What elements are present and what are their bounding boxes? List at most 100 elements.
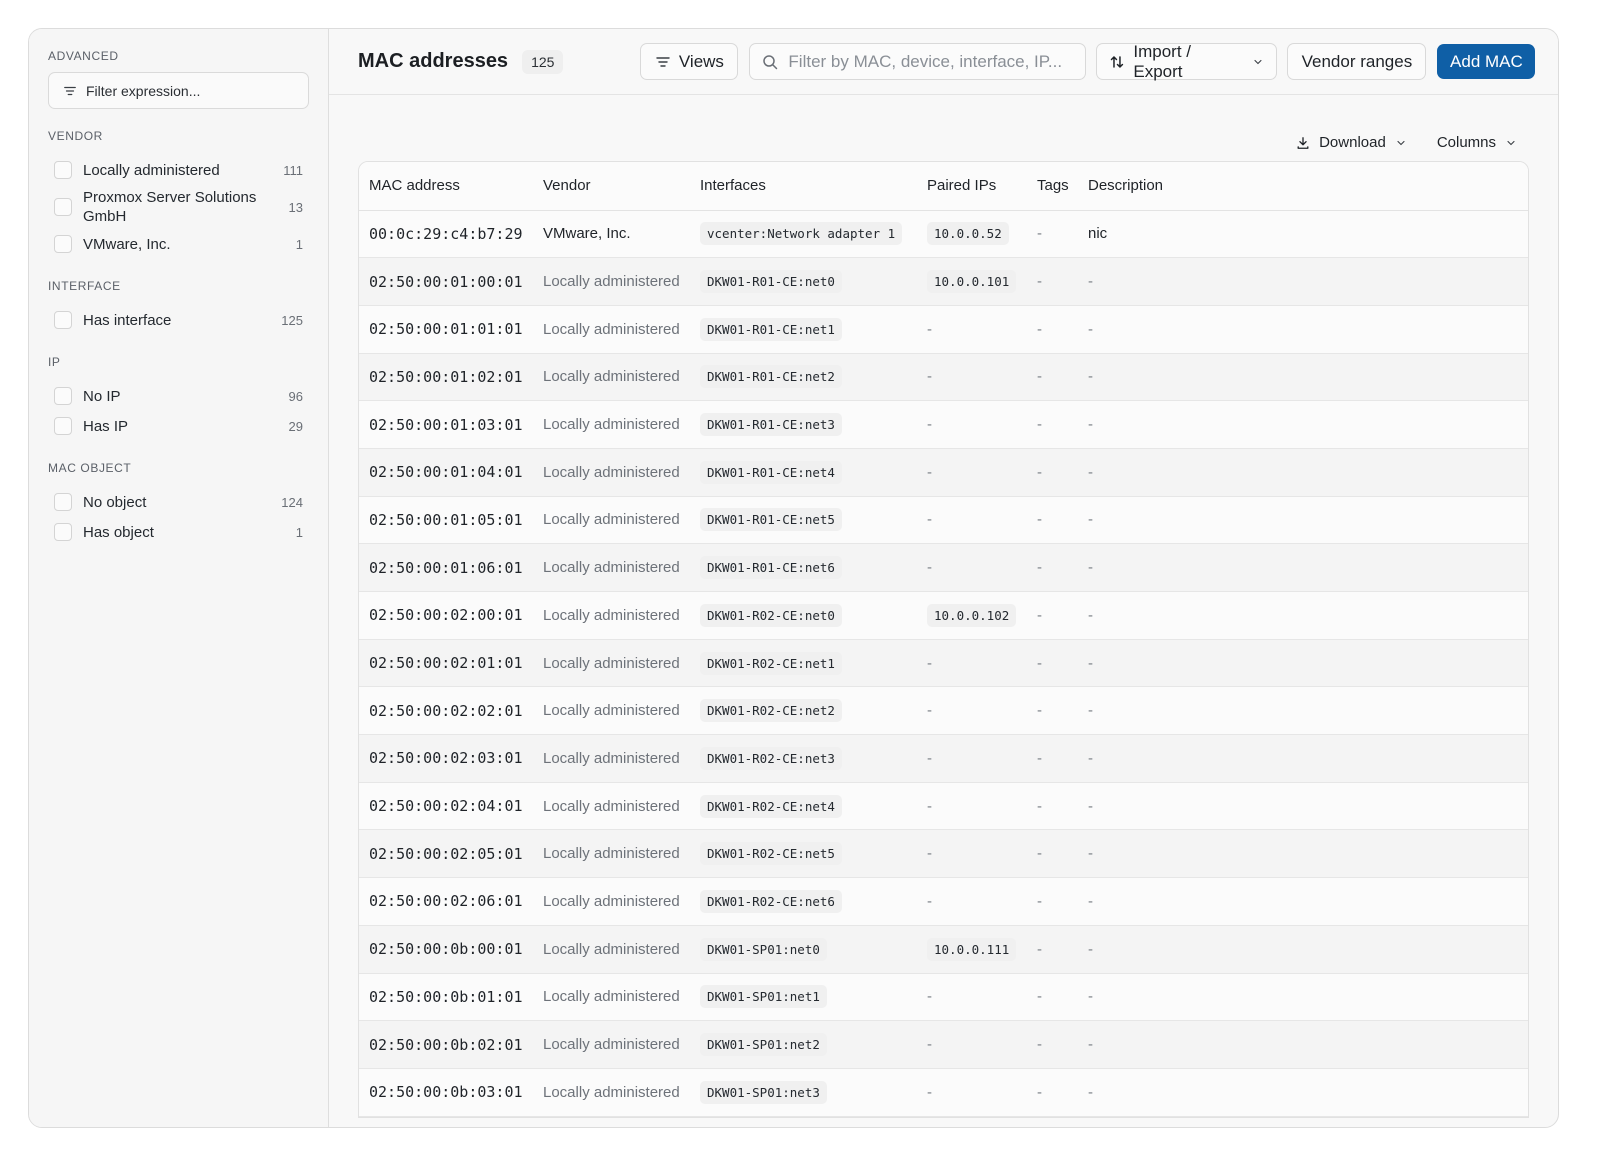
interface-chip[interactable]: DKW01-R02-CE:net3 xyxy=(700,746,842,770)
mac-cell: 00:0c:29:c4:b7:29 xyxy=(359,210,533,259)
column-header-description[interactable]: Description xyxy=(1078,162,1528,211)
interface-chip[interactable]: vcenter:Network adapter 1 xyxy=(700,222,903,246)
column-header-paired-ips[interactable]: Paired IPs xyxy=(917,162,1027,211)
interface-chip[interactable]: DKW01-R02-CE:net0 xyxy=(700,603,842,627)
import-export-label: Import / Export xyxy=(1133,41,1191,81)
facet-option[interactable]: Has IP 29 xyxy=(48,411,309,441)
filter-expression-input[interactable]: Filter expression... xyxy=(48,72,309,109)
mac-cell: 02:50:00:01:05:01 xyxy=(359,496,533,545)
search-input[interactable]: Filter by MAC, device, interface, IP... xyxy=(749,43,1087,80)
vendor-cell: Locally administered xyxy=(533,496,690,545)
interface-chip[interactable]: DKW01-R02-CE:net2 xyxy=(700,699,842,723)
column-header-vendor[interactable]: Vendor xyxy=(533,162,690,211)
table-row[interactable]: 02:50:00:01:02:01 Locally administered DKW… xyxy=(359,353,1528,402)
column-header-tags[interactable]: Tags xyxy=(1027,162,1078,211)
facet-checkbox[interactable] xyxy=(54,198,72,216)
mac-cell: 02:50:00:01:00:01 xyxy=(359,257,533,306)
ip-chip[interactable]: 10.0.0.102 xyxy=(927,603,1017,627)
ip-chip[interactable]: 10.0.0.111 xyxy=(927,937,1017,961)
table-row[interactable]: 02:50:00:02:01:01 Locally administered DKW… xyxy=(359,639,1528,688)
columns-button[interactable]: Columns xyxy=(1437,134,1517,151)
table-row[interactable]: 02:50:00:02:05:01 Locally administered DKW… xyxy=(359,829,1528,879)
interface-cell: DKW01-R02-CE:net6 xyxy=(690,877,917,926)
mac-cell: 02:50:00:02:00:01 xyxy=(359,591,533,640)
ip-chip[interactable]: 10.0.0.52 xyxy=(927,222,1009,246)
facet-checkbox[interactable] xyxy=(54,235,72,253)
description-cell: - xyxy=(1078,877,1528,926)
facet-checkbox[interactable] xyxy=(54,161,72,179)
import-export-button[interactable]: Import / Export xyxy=(1096,41,1278,81)
interface-chip[interactable]: DKW01-R02-CE:net6 xyxy=(700,889,842,913)
paired-ip-cell: - xyxy=(917,829,1027,879)
facet-checkbox[interactable] xyxy=(54,311,72,329)
vendor-cell: Locally administered xyxy=(533,925,690,974)
interface-chip[interactable]: DKW01-SP01:net0 xyxy=(700,937,827,961)
facet-checkbox[interactable] xyxy=(54,493,72,511)
table-row[interactable]: 02:50:00:01:06:01 Locally administered DKW… xyxy=(359,543,1528,592)
description-cell: - xyxy=(1078,1020,1528,1069)
interface-chip[interactable]: DKW01-SP01:net3 xyxy=(700,1080,827,1104)
table-row[interactable]: 02:50:00:0b:00:01 Locally administered DKW… xyxy=(359,925,1528,974)
interface-chip[interactable]: DKW01-R01-CE:net5 xyxy=(700,508,842,532)
table-row[interactable]: 02:50:00:01:05:01 Locally administered DKW… xyxy=(359,496,1528,545)
facet-option[interactable]: VMware, Inc. 1 xyxy=(48,229,309,259)
table-row[interactable]: 02:50:00:01:01:01 Locally administered DKW… xyxy=(359,305,1528,354)
interface-chip[interactable]: DKW01-SP01:net2 xyxy=(700,1033,827,1057)
interface-chip[interactable]: DKW01-R02-CE:net1 xyxy=(700,651,842,675)
filter-lines-icon xyxy=(656,56,670,67)
facet-option[interactable]: Has object 1 xyxy=(48,517,309,547)
table-row[interactable]: 02:50:00:02:06:01 Locally administered DKW… xyxy=(359,877,1528,926)
column-header-mac[interactable]: MAC address xyxy=(359,162,533,211)
mac-cell: 02:50:00:0b:00:01 xyxy=(359,925,533,974)
table-row[interactable]: 00:0c:29:c4:b7:29 VMware, Inc. vcenter:Net… xyxy=(359,210,1528,259)
interface-chip[interactable]: DKW01-R01-CE:net0 xyxy=(700,270,842,294)
table-row[interactable]: 02:50:00:02:00:01 Locally administered DKW… xyxy=(359,591,1528,640)
table-row[interactable]: 02:50:00:0b:03:01 Locally administered DKW… xyxy=(359,1068,1528,1117)
facet-option-count: 1 xyxy=(295,524,303,540)
interface-chip[interactable]: DKW01-R02-CE:net5 xyxy=(700,842,842,866)
description-cell: - xyxy=(1078,496,1528,545)
table-row[interactable]: 02:50:00:01:03:01 Locally administered DKW… xyxy=(359,400,1528,449)
table-row[interactable]: 02:50:00:02:02:01 Locally administered DKW… xyxy=(359,686,1528,736)
interface-chip[interactable]: DKW01-R01-CE:net1 xyxy=(700,317,842,341)
tags-cell: - xyxy=(1027,591,1078,640)
filter-sidebar: ADVANCED Filter expression... VENDOR Loca… xyxy=(29,29,329,1127)
tags-cell: - xyxy=(1027,973,1078,1022)
table-row[interactable]: 02:50:00:0b:02:01 Locally administered DKW… xyxy=(359,1020,1528,1069)
ip-chip[interactable]: 10.0.0.101 xyxy=(927,270,1017,294)
vendor-cell: Locally administered xyxy=(533,686,690,736)
interface-chip[interactable]: DKW01-SP01:net1 xyxy=(700,985,827,1009)
table-row[interactable]: 02:50:00:0b:01:01 Locally administered DKW… xyxy=(359,973,1528,1022)
interface-chip[interactable]: DKW01-R01-CE:net3 xyxy=(700,413,842,437)
description-cell: - xyxy=(1078,734,1528,783)
facet-option[interactable]: No IP 96 xyxy=(48,381,309,411)
search-placeholder: Filter by MAC, device, interface, IP... xyxy=(788,51,1063,71)
facet-option[interactable]: Has interface 125 xyxy=(48,305,309,335)
interface-chip[interactable]: DKW01-R01-CE:net6 xyxy=(700,556,842,580)
column-header-interfaces[interactable]: Interfaces xyxy=(690,162,917,211)
mac-cell: 02:50:00:02:02:01 xyxy=(359,686,533,736)
download-button[interactable]: Download xyxy=(1296,134,1407,151)
facet-checkbox[interactable] xyxy=(54,417,72,435)
add-mac-button[interactable]: Add MAC xyxy=(1437,44,1536,79)
facet-checkbox[interactable] xyxy=(54,523,72,541)
paired-ip-cell: - xyxy=(917,1020,1027,1069)
tags-cell: - xyxy=(1027,1020,1078,1069)
table-row[interactable]: 02:50:00:02:03:01 Locally administered DKW… xyxy=(359,734,1528,783)
interface-cell: DKW01-R01-CE:net6 xyxy=(690,543,917,592)
facet-option[interactable]: Locally administered 111 xyxy=(48,155,309,185)
tags-cell: - xyxy=(1027,496,1078,545)
tags-cell: - xyxy=(1027,829,1078,879)
facet-checkbox[interactable] xyxy=(54,387,72,405)
facet-option[interactable]: Proxmox Server Solutions GmbH 13 xyxy=(48,185,309,229)
vendor-ranges-button[interactable]: Vendor ranges xyxy=(1287,43,1427,80)
facet-option[interactable]: No object 124 xyxy=(48,487,309,517)
interface-chip[interactable]: DKW01-R02-CE:net4 xyxy=(700,794,842,818)
table-row[interactable]: 02:50:00:01:04:01 Locally administered DKW… xyxy=(359,448,1528,497)
table-row[interactable]: 02:50:00:02:04:01 Locally administered DKW… xyxy=(359,782,1528,831)
interface-chip[interactable]: DKW01-R01-CE:net2 xyxy=(700,365,842,389)
table-area: Download Columns MAC address Vendor Inte… xyxy=(329,95,1558,1127)
table-row[interactable]: 02:50:00:01:00:01 Locally administered DKW… xyxy=(359,257,1528,306)
interface-chip[interactable]: DKW01-R01-CE:net4 xyxy=(700,460,842,484)
views-button[interactable]: Views xyxy=(640,43,739,80)
